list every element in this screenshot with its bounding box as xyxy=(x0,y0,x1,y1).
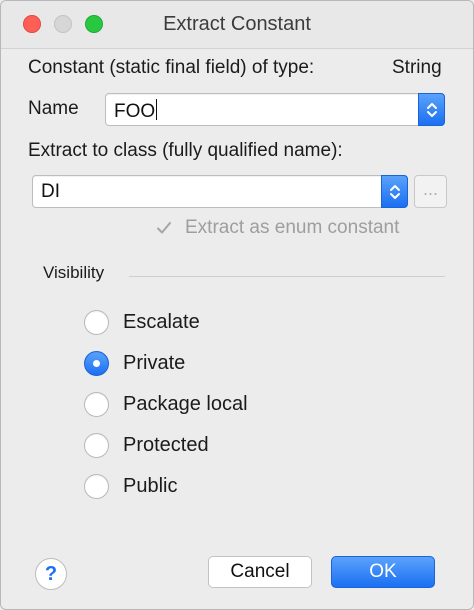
radio-button[interactable] xyxy=(84,391,109,417)
enum-constant-label: Extract as enum constant xyxy=(185,217,400,238)
browse-class-button[interactable]: ... xyxy=(414,175,447,208)
class-combo[interactable]: DI xyxy=(32,175,408,208)
constant-type-value: String xyxy=(392,57,442,78)
chevron-up-down-icon xyxy=(426,102,437,117)
radio-label: Package local xyxy=(123,392,248,415)
name-dropdown-button[interactable] xyxy=(418,93,445,126)
name-field[interactable]: FOO xyxy=(114,99,158,123)
radio-button[interactable] xyxy=(84,350,109,376)
cancel-button[interactable]: Cancel xyxy=(208,556,312,588)
enum-constant-checkbox[interactable]: Extract as enum constant xyxy=(153,215,399,241)
class-field[interactable]: DI xyxy=(41,181,60,203)
name-combo[interactable]: FOO xyxy=(105,93,445,126)
radio-label: Public xyxy=(123,474,178,497)
dialog-window: Extract Constant Constant (static final … xyxy=(0,0,474,610)
visibility-separator xyxy=(129,276,445,277)
class-dropdown-button[interactable] xyxy=(381,175,408,208)
radio-button[interactable] xyxy=(84,432,109,458)
radio-private[interactable]: Private xyxy=(84,350,185,376)
window-title: Extract Constant xyxy=(163,13,311,35)
radio-protected[interactable]: Protected xyxy=(84,432,209,458)
radio-escalate[interactable]: Escalate xyxy=(84,309,200,335)
radio-package-local[interactable]: Package local xyxy=(84,391,248,417)
radio-button[interactable] xyxy=(84,309,109,335)
checkmark-icon xyxy=(153,217,175,239)
class-label: Extract to class (fully qualified name): xyxy=(28,140,343,161)
ok-button[interactable]: OK xyxy=(331,556,435,588)
title-bar: Extract Constant xyxy=(1,1,473,49)
name-label: Name xyxy=(28,98,79,119)
chevron-up-down-icon xyxy=(389,184,400,199)
radio-label: Protected xyxy=(123,433,209,456)
radio-button[interactable] xyxy=(84,473,109,499)
radio-label: Private xyxy=(123,351,186,374)
visibility-group-title: Visibility xyxy=(43,263,105,282)
radio-label: Escalate xyxy=(123,310,200,333)
radio-public[interactable]: Public xyxy=(84,473,177,499)
text-caret xyxy=(156,99,158,120)
help-button[interactable]: ? xyxy=(35,558,67,590)
constant-type-label: Constant (static final field) of type: xyxy=(28,57,315,78)
